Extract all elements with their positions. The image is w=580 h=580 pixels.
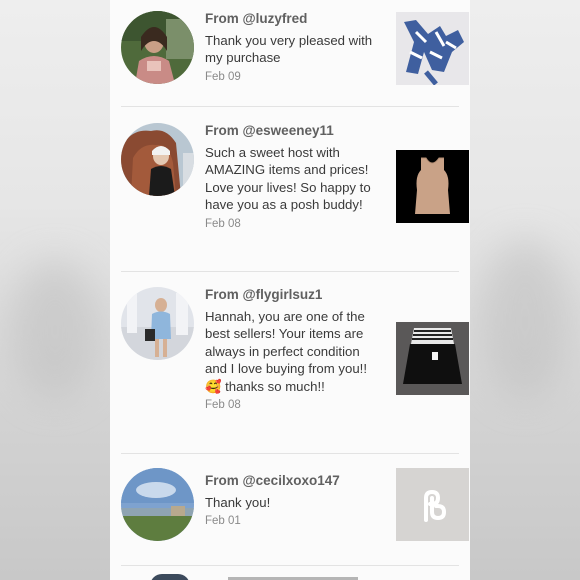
note-date: Feb 08: [205, 399, 241, 412]
note-date: Feb 08: [205, 217, 241, 230]
avatar[interactable]: [121, 287, 194, 360]
note-message: Thank you!: [205, 495, 271, 510]
note-date: Feb 01: [205, 515, 241, 528]
sender-username[interactable]: From @esweeney11: [205, 122, 375, 140]
divider: [121, 453, 459, 454]
background-blur: [480, 240, 570, 400]
avatar[interactable]: [121, 468, 194, 541]
note-message: Thank you very pleased with my purchase: [205, 33, 373, 66]
placeholder-logo-icon: [424, 489, 447, 522]
avatar[interactable]: [121, 11, 194, 84]
listing-thumbnail[interactable]: [396, 12, 469, 85]
feed-item[interactable]: From @esweeney11 Such a sweet host with …: [121, 122, 469, 257]
avatar[interactable]: [150, 574, 190, 580]
sender-username[interactable]: From @luzyfred: [205, 10, 375, 28]
note-message: Such a sweet host with AMAZING items and…: [205, 145, 371, 213]
avatar[interactable]: [121, 123, 194, 196]
feed-item[interactable]: From @cecilxoxo147 Thank you! Feb 01: [121, 468, 469, 558]
sender-username[interactable]: From @cecilxoxo147: [205, 472, 375, 490]
note-date: Feb 09: [205, 70, 241, 83]
background-blur: [10, 260, 100, 400]
feed-item[interactable]: From @flygirlsuz1 Hannah, you are one of…: [121, 286, 469, 438]
love-notes-feed: From @luzyfred Thank you very pleased wi…: [110, 0, 470, 580]
listing-thumbnail[interactable]: [396, 150, 469, 223]
divider: [121, 271, 459, 272]
feed-item[interactable]: From @luzyfred Thank you very pleased wi…: [121, 10, 469, 100]
listing-thumbnail[interactable]: [396, 322, 469, 395]
listing-thumbnail[interactable]: [396, 468, 469, 541]
divider: [121, 106, 459, 107]
sender-username[interactable]: From @flygirlsuz1: [205, 286, 375, 304]
note-message: Hannah, you are one of the best sellers!…: [205, 309, 368, 394]
divider: [121, 565, 459, 566]
